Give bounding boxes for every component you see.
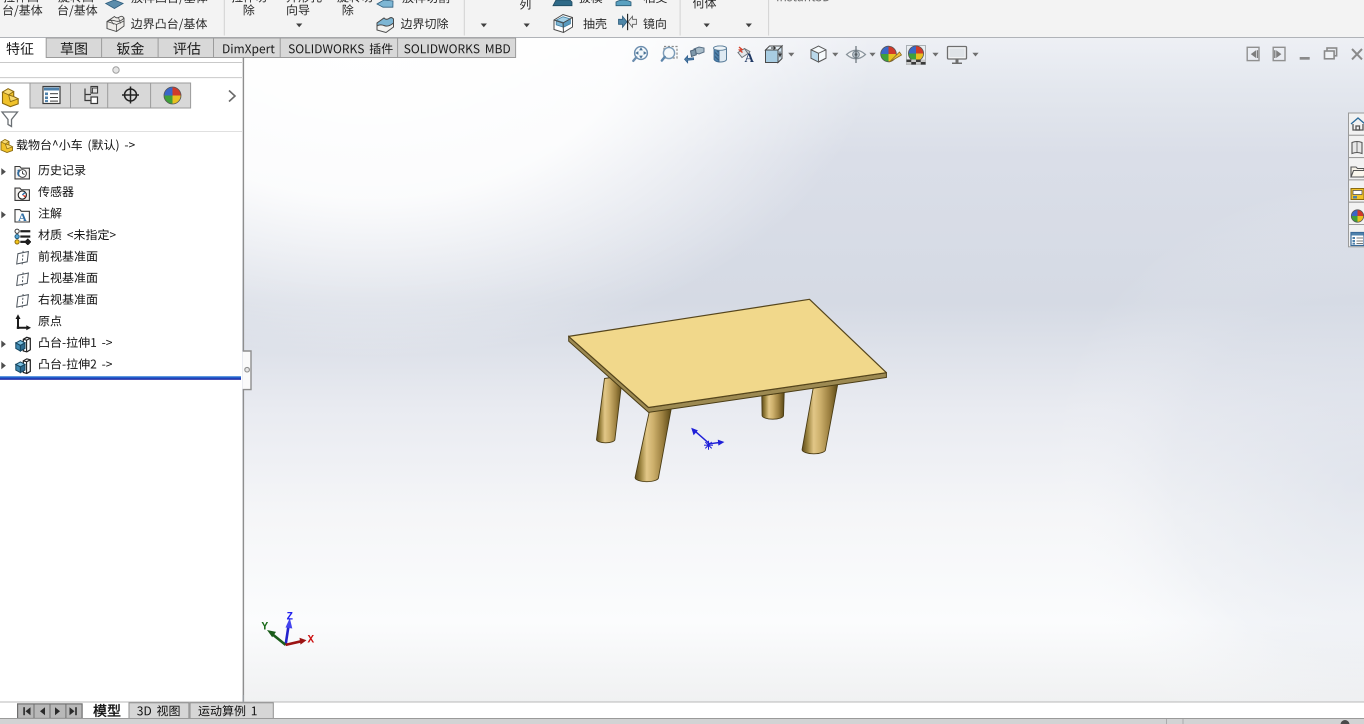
- svg-text:X: X: [308, 635, 315, 647]
- svg-text:A: A: [18, 210, 27, 224]
- svg-text:Z: Z: [287, 612, 294, 624]
- svg-text:A: A: [745, 50, 755, 65]
- svg-text:Y: Y: [262, 622, 269, 634]
